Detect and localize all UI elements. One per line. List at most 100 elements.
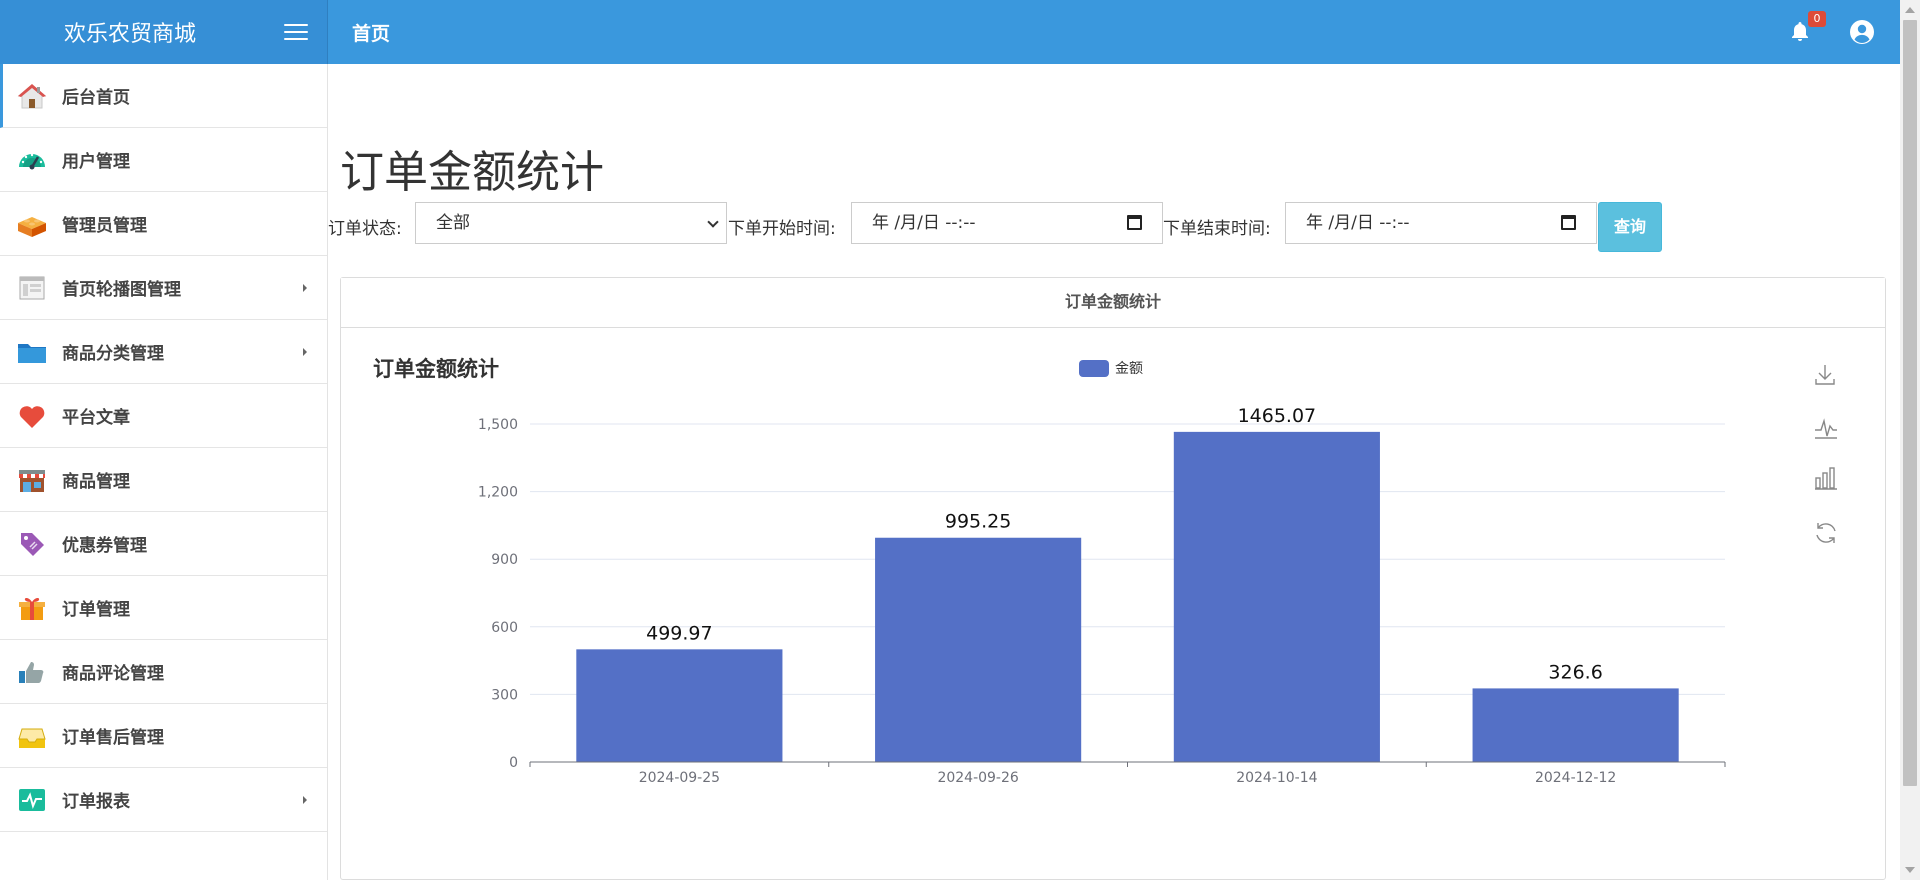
user-circle-icon[interactable] — [1849, 19, 1875, 45]
main-content: 订单金额统计 订单状态: 全部 下单开始时间: 年 /月/日 --:-- 下单结… — [328, 64, 1900, 880]
y-axis: 0 300 600 900 1,200 1,500 — [478, 417, 518, 771]
chart-toolbox — [1815, 365, 1837, 543]
sidebar-item-label: 商品分类管理 — [62, 344, 164, 364]
x-tick-label: 2024-10-14 — [1236, 770, 1317, 786]
gift-icon — [16, 592, 48, 624]
scroll-up-arrow-icon[interactable] — [1905, 7, 1915, 13]
sidebar-item-coupons[interactable]: 优惠券管理 — [0, 512, 327, 576]
top-bar: 欢乐农贸商城 首页 0 — [0, 0, 1900, 64]
sidebar-item-reviews[interactable]: 商品评论管理 — [0, 640, 327, 704]
folder-icon — [16, 336, 48, 368]
start-time-value: 年 /月/日 --:-- — [872, 213, 976, 233]
refresh-icon[interactable] — [1816, 523, 1836, 543]
brand-area: 欢乐农贸商城 — [0, 0, 328, 64]
sidebar-item-label: 商品管理 — [62, 472, 130, 492]
chart-bar[interactable] — [576, 649, 783, 762]
y-tick-label: 1,500 — [478, 417, 518, 433]
end-time-label: 下单结束时间: — [1163, 219, 1271, 239]
sidebar-item-orders[interactable]: 订单管理 — [0, 576, 327, 640]
bar-data-label: 326.6 — [1548, 661, 1602, 683]
end-time-value: 年 /月/日 --:-- — [1306, 213, 1410, 233]
sidebar-item-label: 平台文章 — [62, 408, 130, 428]
chart-panel: 订单金额统计 订单金额统计 金额 499.97 995.25 1465.07 326.… — [340, 277, 1886, 880]
dashboard-gauge-icon — [16, 144, 48, 176]
caret-right-icon — [303, 796, 307, 804]
bar-data-label: 995.25 — [945, 511, 1011, 533]
scroll-down-arrow-icon[interactable] — [1905, 867, 1915, 873]
sidebar-item-reports[interactable]: 订单报表 — [0, 768, 327, 832]
window-layout-icon — [16, 272, 48, 304]
bar-chart-icon[interactable] — [1815, 467, 1837, 490]
page-title: 首页 — [352, 22, 391, 45]
status-select[interactable]: 全部 — [415, 202, 727, 244]
menu-icon[interactable] — [284, 24, 308, 42]
sidebar-item-label: 后台首页 — [62, 88, 130, 108]
caret-right-icon — [303, 348, 307, 356]
panel-title: 订单金额统计 — [341, 278, 1885, 328]
sidebar-item-banners[interactable]: 首页轮播图管理 — [0, 256, 327, 320]
calendar-icon[interactable] — [1561, 215, 1576, 230]
chart-bar[interactable] — [875, 537, 1082, 762]
tag-icon — [16, 528, 48, 560]
query-button[interactable]: 查询 — [1598, 202, 1662, 252]
sidebar-item-label: 订单管理 — [62, 600, 130, 620]
y-tick-label: 600 — [491, 620, 518, 636]
chart-bar[interactable] — [1173, 431, 1380, 762]
page-scrollbar[interactable] — [1900, 0, 1920, 880]
activity-pulse-icon — [16, 784, 48, 816]
chart-area: 订单金额统计 金额 499.97 995.25 1465.07 326.6 2024-… — [341, 328, 1885, 878]
y-tick-label: 1,200 — [478, 485, 518, 501]
thumbs-up-icon — [16, 656, 48, 688]
sidebar-item-admins[interactable]: 管理员管理 — [0, 192, 327, 256]
y-tick-label: 900 — [491, 552, 518, 568]
sidebar-item-label: 用户管理 — [62, 152, 130, 172]
y-tick-label: 0 — [509, 755, 518, 771]
end-time-input[interactable]: 年 /月/日 --:-- — [1285, 202, 1597, 244]
page-heading: 订单金额统计 — [340, 147, 604, 198]
sidebar-item-label: 订单售后管理 — [62, 728, 164, 748]
download-icon[interactable] — [1815, 365, 1835, 385]
app-title: 欢乐农贸商城 — [64, 22, 197, 47]
sidebar-item-label: 管理员管理 — [62, 216, 147, 236]
chart-bars: 499.97 995.25 1465.07 326.6 — [576, 405, 1679, 762]
status-filter-label: 订单状态: — [328, 219, 402, 239]
x-tick-label: 2024-12-12 — [1535, 770, 1616, 786]
chart-title: 订单金额统计 — [373, 357, 499, 381]
inbox-tray-icon — [16, 720, 48, 752]
home-icon — [16, 80, 48, 112]
y-tick-label: 300 — [491, 687, 518, 703]
x-tick-label: 2024-09-26 — [937, 770, 1018, 786]
legend-label: 金额 — [1115, 361, 1143, 377]
caret-right-icon — [303, 284, 307, 292]
chevron-down-icon — [707, 216, 719, 228]
sidebar-item-label: 优惠券管理 — [62, 536, 147, 556]
notification-badge: 0 — [1808, 11, 1826, 27]
calendar-icon[interactable] — [1127, 215, 1142, 230]
lego-brick-icon — [16, 208, 48, 240]
heart-icon — [16, 400, 48, 432]
legend-swatch — [1079, 360, 1109, 377]
status-select-value: 全部 — [436, 213, 470, 233]
store-icon — [16, 464, 48, 496]
line-chart-icon[interactable] — [1815, 418, 1837, 439]
sidebar-item-label: 首页轮播图管理 — [62, 280, 181, 300]
start-time-label: 下单开始时间: — [728, 219, 836, 239]
sidebar-item-aftersales[interactable]: 订单售后管理 — [0, 704, 327, 768]
header: 首页 0 — [328, 0, 1900, 64]
chart-legend[interactable]: 金额 — [1079, 360, 1143, 377]
sidebar-item-products[interactable]: 商品管理 — [0, 448, 327, 512]
scroll-thumb[interactable] — [1903, 20, 1917, 786]
sidebar-item-articles[interactable]: 平台文章 — [0, 384, 327, 448]
start-time-input[interactable]: 年 /月/日 --:-- — [851, 202, 1163, 244]
bar-chart: 订单金额统计 金额 499.97 995.25 1465.07 326.6 2024-… — [373, 357, 1837, 786]
sidebar-item-label: 商品评论管理 — [62, 664, 164, 684]
bar-data-label: 1465.07 — [1238, 405, 1317, 427]
bar-data-label: 499.97 — [646, 622, 712, 644]
chart-bar[interactable] — [1472, 688, 1679, 762]
sidebar-item-users[interactable]: 用户管理 — [0, 128, 327, 192]
sidebar-item-dashboard[interactable]: 后台首页 — [0, 64, 327, 128]
sidebar: 后台首页 用户管理 管理员管理 首页轮播图管理 商品分类管理 平台文章 商品管理… — [0, 64, 328, 880]
sidebar-item-categories[interactable]: 商品分类管理 — [0, 320, 327, 384]
sidebar-item-label: 订单报表 — [62, 792, 130, 812]
x-tick-label: 2024-09-25 — [639, 770, 720, 786]
